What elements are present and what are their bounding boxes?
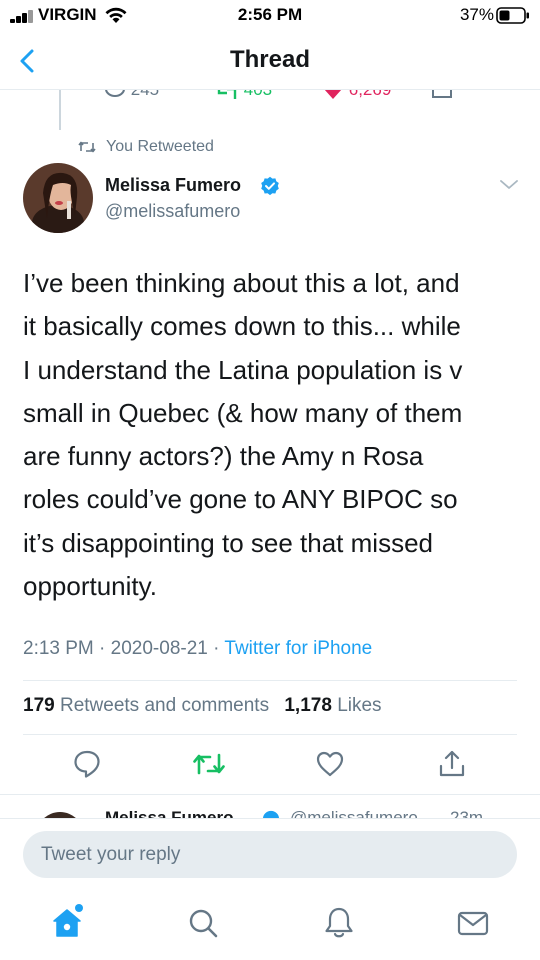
next-reply-preview[interactable]: Melissa Fumero @melissafumero 23m	[0, 794, 540, 818]
tweet-date: 2020-08-21	[110, 638, 208, 659]
tweet-time: 2:13 PM	[23, 638, 94, 659]
comment-icon	[105, 90, 125, 97]
previous-retweet-count[interactable]: 403	[215, 90, 272, 100]
separator: ·	[99, 638, 106, 659]
thread-connector-line	[59, 90, 61, 130]
navigation-bar: Thread	[0, 32, 540, 90]
tweet-text: I’ve been thinking about this a lot, and…	[23, 262, 518, 608]
verified-badge-icon	[261, 176, 279, 196]
chevron-down-icon[interactable]	[498, 176, 520, 194]
tweet-text-line: it basically comes down to this... while	[23, 311, 461, 342]
reply-composer	[0, 818, 540, 890]
divider	[23, 680, 517, 681]
previous-tweet-actions: 245 403 6,269	[0, 90, 540, 108]
retweet-button-icon[interactable]	[192, 749, 226, 779]
next-reply-author: Melissa Fumero	[105, 808, 234, 818]
share-icon	[432, 90, 452, 98]
previous-like-count[interactable]: 6,269	[322, 90, 391, 100]
retweets-label: Retweets and comments	[59, 695, 270, 716]
retweet-icon	[217, 90, 237, 99]
likes-label: Likes	[337, 695, 382, 716]
previous-comment-count[interactable]: 245	[104, 90, 159, 100]
tab-bar	[0, 890, 540, 960]
tweet-text-line: roles could’ve gone to ANY BIPOC so	[23, 484, 458, 515]
avatar[interactable]	[23, 163, 93, 233]
next-reply-time: 23m	[450, 808, 484, 818]
search-icon[interactable]	[186, 906, 220, 940]
next-reply-handle: @melissafumero	[290, 808, 418, 818]
tweet-stats: 179 Retweets and comments 1,178 Likes	[23, 695, 382, 717]
retweet-icon	[78, 141, 96, 153]
likes-count: 1,178	[284, 695, 332, 716]
tweet-text-line: are funny actors?) the Amy n Rosa	[23, 441, 424, 472]
tweet-text-line: I understand the Latina population is v	[23, 354, 463, 385]
battery-percentage: 37%	[459, 5, 494, 24]
author-display-name[interactable]: Melissa Fumero	[105, 175, 241, 196]
tweet-text-line: opportunity.	[23, 571, 157, 602]
tweet-text-line: I’ve been thinking about this a lot, and	[23, 268, 460, 298]
retweet-context-label: You Retweeted	[106, 138, 214, 155]
share-icon[interactable]	[437, 749, 467, 779]
retweet-context: You Retweeted	[78, 136, 214, 158]
previous-share[interactable]	[430, 90, 454, 100]
page-title: Thread	[229, 46, 310, 73]
likes-stat[interactable]: 1,178 Likes	[284, 695, 381, 716]
reply-icon[interactable]	[72, 749, 102, 779]
tweet-text-line: it’s disappointing to see that missed	[23, 527, 433, 558]
tweet-source-link[interactable]: Twitter for iPhone	[224, 638, 372, 659]
retweets-count: 179	[23, 695, 55, 716]
home-unread-dot	[75, 904, 83, 912]
next-reply-header: Melissa Fumero	[105, 808, 234, 818]
heart-filled-icon	[325, 90, 341, 99]
status-bar: VIRGIN 2:56 PM 37%	[0, 0, 540, 32]
tweet-text-line: small in Quebec (& how many of them	[23, 397, 463, 428]
profile-photo	[23, 163, 93, 233]
bell-icon[interactable]	[322, 906, 356, 940]
retweets-stat[interactable]: 179 Retweets and comments	[23, 695, 269, 716]
like-icon[interactable]	[315, 749, 345, 779]
reply-input[interactable]	[23, 831, 517, 878]
divider	[23, 734, 517, 735]
author-handle[interactable]: @melissafumero	[105, 201, 240, 222]
mail-icon[interactable]	[456, 906, 490, 940]
verified-badge-icon	[262, 810, 280, 818]
separator: ·	[213, 638, 220, 659]
tweet-metadata: 2:13 PM · 2020-08-21 · Twitter for iPhon…	[23, 638, 372, 660]
battery-icon	[496, 7, 529, 24]
